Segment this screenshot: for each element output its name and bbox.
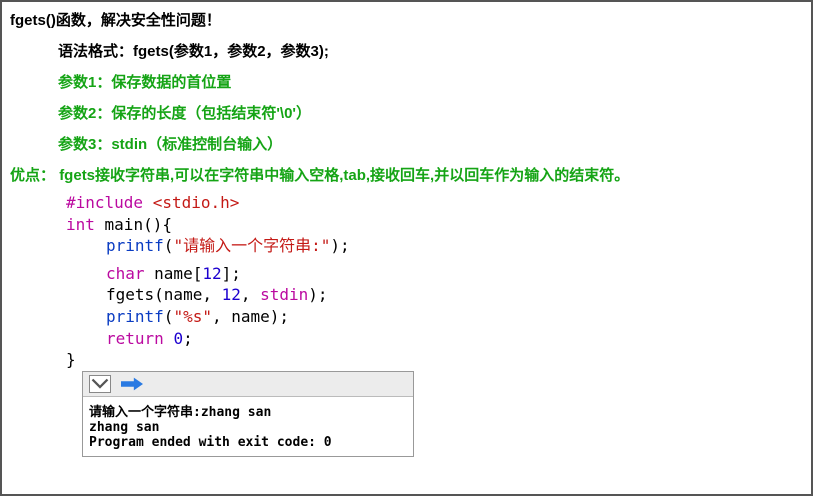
- include-directive: #include: [66, 193, 153, 212]
- code-line-7: return 0;: [10, 328, 803, 350]
- kw-return: return: [106, 329, 164, 348]
- code-line-4: char name[12];: [10, 263, 803, 285]
- kw-int: int: [66, 215, 95, 234]
- fn-printf-1: printf: [106, 236, 164, 255]
- fgets-call: fgets(name,: [106, 285, 222, 304]
- code-line-5: fgets(name, 12, stdin);: [10, 284, 803, 306]
- console-toolbar: [83, 372, 413, 397]
- code-line-2: int main(){: [10, 214, 803, 236]
- str-prompt: "请输入一个字符串:": [173, 236, 330, 255]
- include-header: <stdio.h>: [153, 193, 240, 212]
- main-decl: main(){: [95, 215, 172, 234]
- advantage-label: 优点：: [10, 167, 55, 184]
- code-line-8: }: [10, 349, 803, 371]
- console-line-2: zhang san: [89, 420, 159, 435]
- code-line-3: printf("请输入一个字符串:");: [10, 235, 803, 257]
- kw-stdin: stdin: [260, 285, 308, 304]
- document-frame: fgets()函数，解决安全性问题！ 语法格式：fgets(参数1，参数2，参数…: [0, 0, 813, 496]
- num-12b: 12: [222, 285, 241, 304]
- console-dropdown-button[interactable]: [89, 375, 111, 393]
- param3-line: 参数3：stdin（标准控制台输入）: [10, 134, 803, 155]
- advantage-text: fgets接收字符串,可以在字符串中输入空格,tab,接收回车,并以回车作为输入…: [59, 167, 629, 184]
- console-line-1: 请输入一个字符串:zhang san: [89, 405, 271, 420]
- chevron-down-icon: [91, 378, 109, 390]
- code-block: #include <stdio.h> int main(){ printf("请…: [10, 192, 803, 371]
- param1-line: 参数1：保存数据的首位置: [10, 72, 803, 93]
- header-line: fgets()函数，解决安全性问题！: [10, 10, 803, 31]
- closing-brace: }: [66, 350, 76, 369]
- fn-printf-2: printf: [106, 307, 164, 326]
- console-panel: 请输入一个字符串:zhang san zhang san Program end…: [82, 371, 414, 457]
- num-0: 0: [173, 329, 183, 348]
- num-12a: 12: [202, 264, 221, 283]
- syntax-line: 语法格式：fgets(参数1，参数2，参数3);: [10, 41, 803, 62]
- str-format: "%s": [173, 307, 212, 326]
- console-line-3: Program ended with exit code: 0: [89, 435, 332, 450]
- code-line-1: #include <stdio.h>: [10, 192, 803, 214]
- syntax-code: fgets(参数1，参数2，参数3);: [133, 43, 329, 60]
- kw-char: char: [106, 264, 145, 283]
- run-arrow-icon[interactable]: [121, 377, 143, 391]
- syntax-label: 语法格式：: [58, 43, 133, 60]
- param2-line: 参数2：保存的长度（包括结束符'\0'）: [10, 103, 803, 124]
- code-line-6: printf("%s", name);: [10, 306, 803, 328]
- console-output: 请输入一个字符串:zhang san zhang san Program end…: [83, 397, 413, 456]
- advantage-line: 优点： fgets接收字符串,可以在字符串中输入空格,tab,接收回车,并以回车…: [10, 165, 803, 186]
